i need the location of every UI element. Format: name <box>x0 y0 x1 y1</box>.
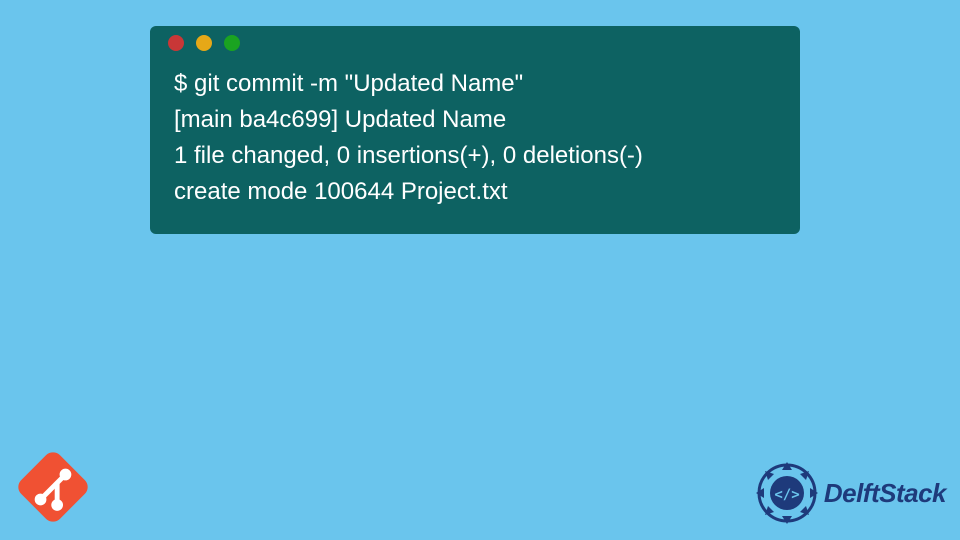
close-icon[interactable] <box>168 35 184 51</box>
maximize-icon[interactable] <box>224 35 240 51</box>
terminal-line: 1 file changed, 0 insertions(+), 0 delet… <box>174 138 776 174</box>
terminal-titlebar <box>150 26 800 60</box>
delftstack-logo: </> DelftStack <box>754 460 946 526</box>
terminal-line: [main ba4c699] Updated Name <box>174 102 776 138</box>
terminal-output: $ git commit -m "Updated Name" [main ba4… <box>150 60 800 216</box>
svg-text:</>: </> <box>774 487 799 503</box>
delftstack-medallion-icon: </> <box>754 460 820 526</box>
terminal-line: $ git commit -m "Updated Name" <box>174 66 776 102</box>
git-icon <box>8 442 98 532</box>
terminal-line: create mode 100644 Project.txt <box>174 174 776 210</box>
delftstack-text: DelftStack <box>824 478 946 509</box>
terminal-window: $ git commit -m "Updated Name" [main ba4… <box>150 26 800 234</box>
minimize-icon[interactable] <box>196 35 212 51</box>
